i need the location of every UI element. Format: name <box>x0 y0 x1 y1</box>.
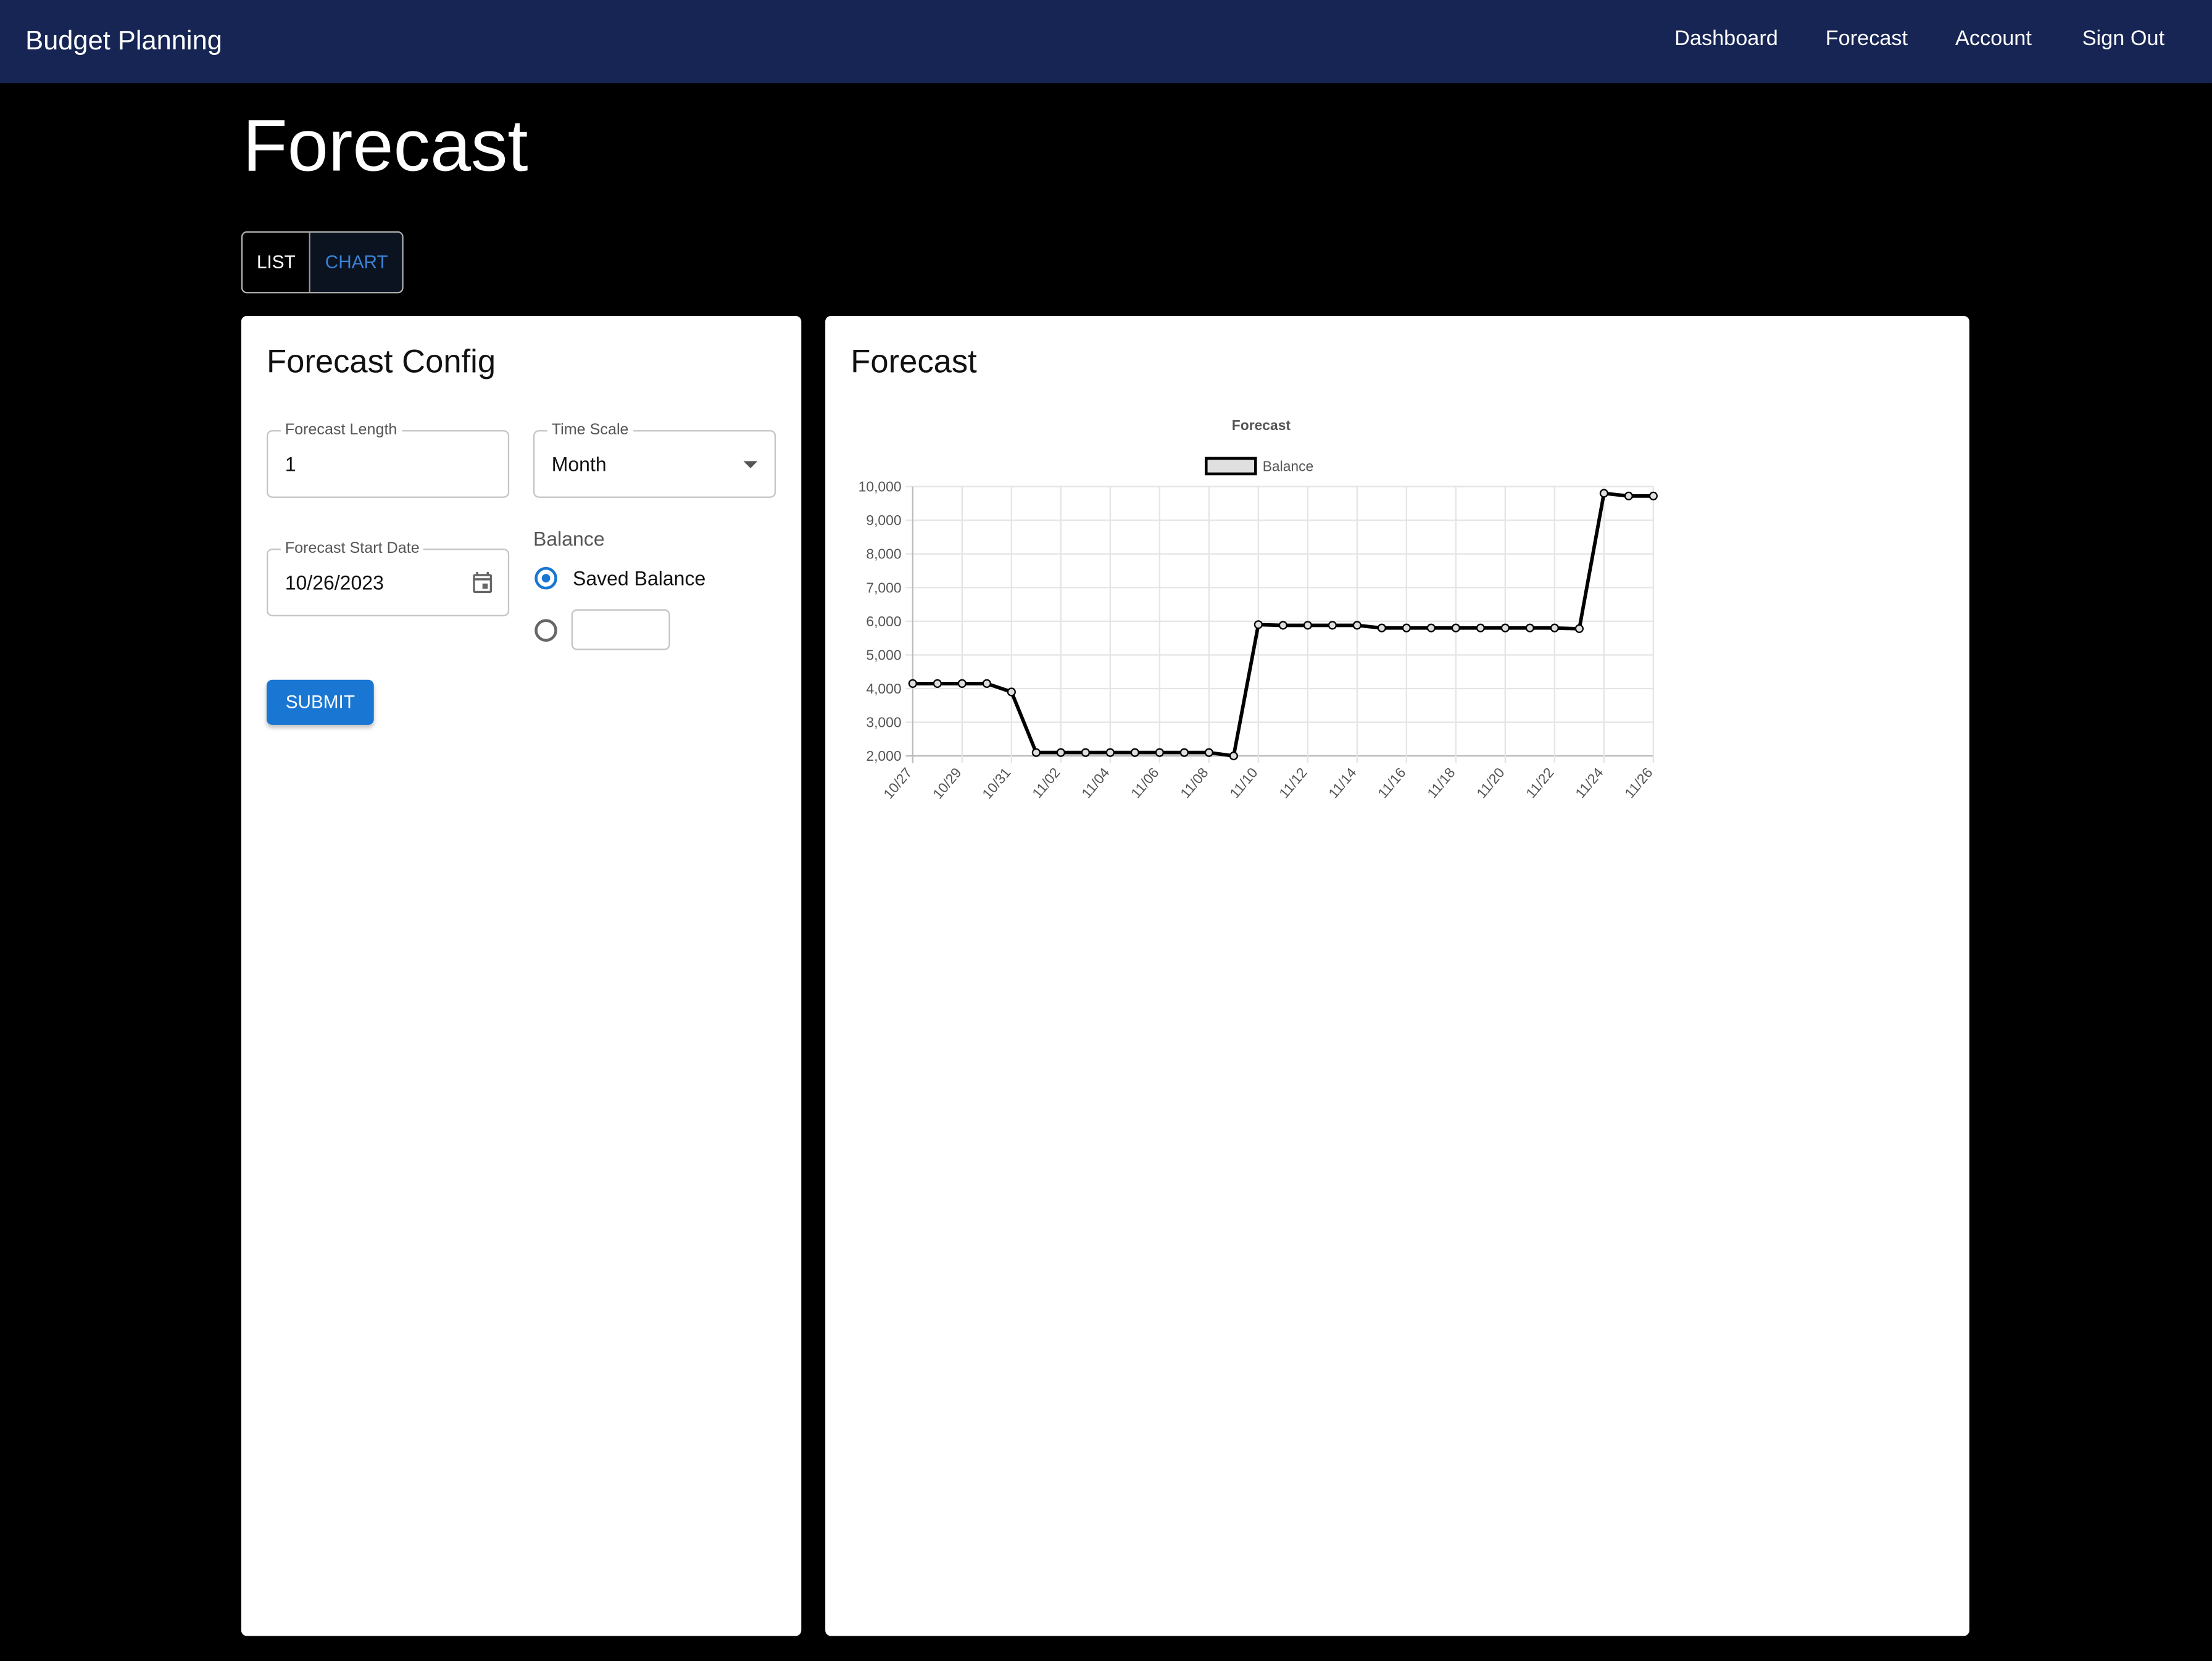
x-tick-label: 11/16 <box>1374 764 1409 801</box>
balance-point <box>1278 621 1287 630</box>
nav-account[interactable]: Account <box>1955 25 2032 54</box>
balance-point <box>1500 623 1510 632</box>
time-scale-label: Time Scale <box>547 420 633 441</box>
submit-button[interactable]: SUBMIT <box>266 679 374 725</box>
page-title: Forecast <box>243 106 528 188</box>
list-view-button[interactable]: LIST <box>243 233 311 292</box>
saved-balance-label[interactable]: Saved Balance <box>573 566 705 591</box>
x-tick-label: 11/10 <box>1226 764 1261 801</box>
balance-point <box>1451 623 1460 632</box>
legend-label[interactable]: Balance <box>1263 458 1314 474</box>
forecast-length-field[interactable]: Forecast Length 1 <box>266 420 510 498</box>
balance-point <box>1081 748 1090 757</box>
y-tick-label: 3,000 <box>866 715 901 731</box>
balance-point <box>1007 687 1016 697</box>
balance-point <box>1352 621 1362 630</box>
nav-sign-out[interactable]: Sign Out <box>2082 25 2164 54</box>
y-tick-label: 5,000 <box>866 647 901 663</box>
x-tick-label: 11/24 <box>1572 764 1607 801</box>
chart-title: Forecast <box>1232 417 1291 433</box>
start-date-value: 10/26/2023 <box>285 571 384 594</box>
x-axis-ticks: 10/27 10/29 10/31 11/02 11/04 11/06 11/08 11/10… <box>880 764 1656 802</box>
balance-point <box>1550 623 1559 632</box>
y-tick-label: 9,000 <box>866 512 901 528</box>
balance-point <box>1031 748 1041 757</box>
view-toggle: LIST CHART <box>241 231 404 294</box>
x-tick-label: 11/14 <box>1325 764 1360 801</box>
brand-title[interactable]: Budget Planning <box>25 25 222 59</box>
balance-point <box>982 679 991 688</box>
balance-point <box>1204 748 1213 757</box>
y-tick-label: 7,000 <box>866 579 901 595</box>
x-tick-label: 11/12 <box>1276 764 1310 801</box>
start-date-label: Forecast Start Date <box>280 539 424 559</box>
y-tick-label: 6,000 <box>866 613 901 629</box>
custom-balance-radio[interactable] <box>534 619 557 642</box>
balance-point <box>1303 621 1312 630</box>
balance-point <box>1254 620 1263 629</box>
balance-point <box>1426 623 1436 632</box>
x-tick-label: 10/29 <box>929 764 965 802</box>
x-tick-label: 11/22 <box>1523 764 1557 801</box>
balance-point <box>1105 748 1115 757</box>
calendar-icon[interactable] <box>470 570 495 595</box>
saved-balance-radio[interactable] <box>534 566 557 590</box>
y-axis-ticks: 2,000 3,000 4,000 5,000 6,000 7,000 8,000 9,000… <box>859 479 902 764</box>
forecast-length-value: 1 <box>285 452 296 476</box>
nav-dashboard[interactable]: Dashboard <box>1674 25 1778 54</box>
balance-point <box>1525 623 1534 632</box>
balance-point <box>1624 491 1633 500</box>
x-tick-label: 10/31 <box>979 764 1014 802</box>
time-scale-value: Month <box>551 452 607 476</box>
balance-point <box>1574 624 1584 633</box>
x-tick-label: 11/06 <box>1128 764 1162 801</box>
time-scale-select[interactable]: Time Scale Month <box>533 420 776 498</box>
balance-point <box>1649 491 1658 500</box>
x-tick-label: 11/02 <box>1029 764 1063 801</box>
y-tick-label: 2,000 <box>866 748 901 764</box>
x-tick-label: 11/08 <box>1177 764 1212 801</box>
start-date-field[interactable]: Forecast Start Date 10/26/2023 <box>266 539 510 616</box>
forecast-length-label: Forecast Length <box>280 420 402 441</box>
balance-point <box>1179 748 1189 757</box>
balance-point <box>1599 489 1608 498</box>
app-root: Budget Planning Dashboard Forecast Accou… <box>0 0 2212 1660</box>
balance-point <box>1155 748 1164 757</box>
chevron-down-icon[interactable] <box>743 461 758 468</box>
x-tick-label: 11/04 <box>1078 764 1113 801</box>
balance-point <box>957 679 967 688</box>
balance-label: Balance <box>533 527 605 550</box>
x-tick-label: 10/27 <box>880 764 915 802</box>
custom-balance-input[interactable] <box>571 609 670 650</box>
x-tick-label: 11/26 <box>1621 764 1656 801</box>
balance-point <box>1130 748 1139 757</box>
legend-swatch[interactable] <box>1204 457 1257 476</box>
balance-point <box>1402 623 1411 632</box>
nav-forecast[interactable]: Forecast <box>1826 25 1908 54</box>
forecast-chart: Forecast Balance 2,000 3,000 4,000 5,000 6,0… <box>859 417 1658 802</box>
balance-point <box>1056 748 1065 757</box>
balance-point <box>933 679 942 688</box>
forecast-config-card <box>241 315 802 1636</box>
y-tick-label: 8,000 <box>866 546 901 562</box>
balance-point <box>908 679 917 688</box>
balance-point <box>1377 623 1386 632</box>
balance-point <box>1476 623 1485 632</box>
top-app-bar: Budget Planning Dashboard Forecast Accou… <box>0 0 2212 83</box>
balance-point <box>1328 621 1337 630</box>
balance-series <box>908 489 1658 761</box>
x-tick-label: 11/20 <box>1473 764 1508 801</box>
chart-view-button[interactable]: CHART <box>310 233 402 292</box>
config-title: Forecast Config <box>266 342 496 379</box>
x-tick-label: 11/18 <box>1424 764 1458 801</box>
y-tick-label: 4,000 <box>866 681 901 697</box>
balance-point <box>1229 752 1238 761</box>
y-tick-label: 10,000 <box>859 479 902 495</box>
